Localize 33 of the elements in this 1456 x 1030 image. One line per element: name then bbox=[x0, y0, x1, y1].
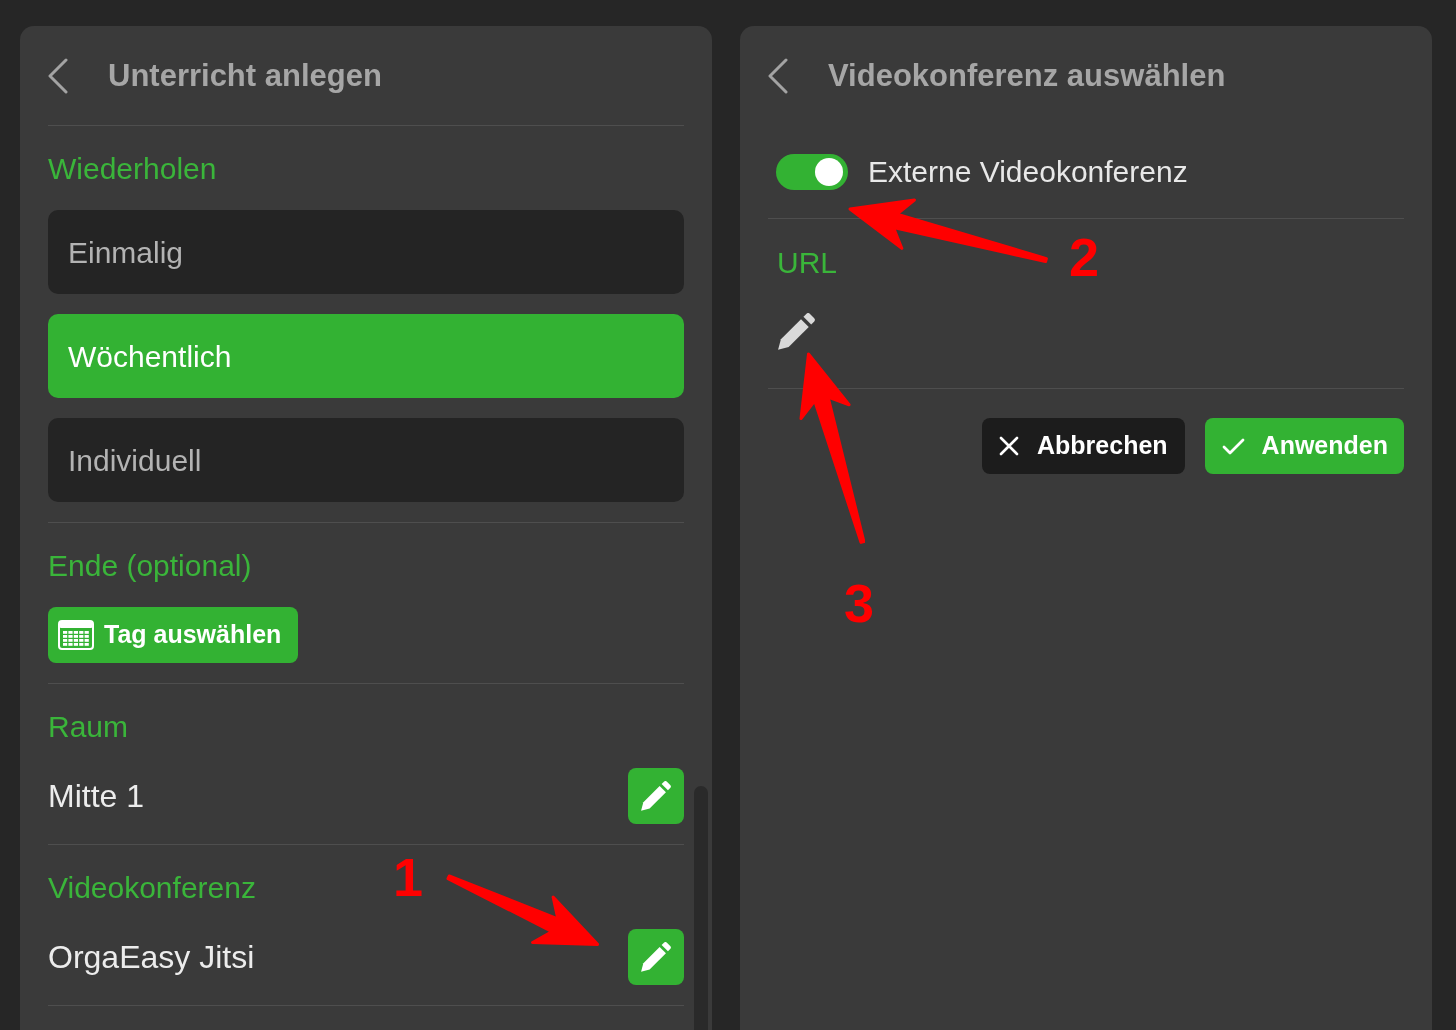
back-chevron-icon bbox=[768, 57, 788, 94]
edit-button[interactable] bbox=[628, 768, 684, 824]
section-label: Raum bbox=[48, 709, 129, 745]
section-label: Videokonferenz bbox=[48, 870, 256, 906]
section-label: Wiederholen bbox=[48, 151, 217, 187]
back-chevron-icon bbox=[48, 57, 68, 94]
toggle-switch[interactable] bbox=[776, 153, 848, 190]
section-label: Ende (optional) bbox=[48, 548, 252, 584]
arrow-icon bbox=[798, 352, 866, 545]
option-item[interactable]: Einmalig bbox=[48, 210, 684, 294]
section-label: URL bbox=[777, 245, 837, 281]
option-item[interactable]: Individuell bbox=[48, 418, 684, 502]
annotation-number: 3 bbox=[844, 576, 875, 630]
annotation-number: 1 bbox=[393, 850, 424, 904]
panel-title: Unterricht anlegen bbox=[108, 56, 382, 95]
arrow-icon bbox=[446, 873, 600, 946]
toggle-label: Externe Videokonferenz bbox=[868, 153, 1188, 190]
annotation-number: 2 bbox=[1069, 230, 1100, 284]
panel-title: Videokonferenz auswählen bbox=[828, 56, 1226, 95]
field-value: Mitte 1 bbox=[48, 777, 145, 816]
edit-button[interactable] bbox=[628, 929, 684, 985]
calendar-icon bbox=[58, 620, 94, 650]
arrow-icon bbox=[848, 197, 1049, 264]
pencil-icon bbox=[641, 781, 671, 811]
back-button[interactable] bbox=[48, 57, 68, 94]
back-button[interactable] bbox=[768, 57, 788, 94]
close-icon bbox=[999, 436, 1019, 456]
field-value: OrgaEasy Jitsi bbox=[48, 938, 255, 977]
check-icon bbox=[1221, 437, 1245, 455]
edit-button[interactable] bbox=[778, 313, 815, 350]
cancel-button[interactable]: Abbrechen bbox=[982, 418, 1185, 474]
pencil-icon bbox=[778, 313, 815, 350]
pencil-icon bbox=[641, 942, 671, 972]
